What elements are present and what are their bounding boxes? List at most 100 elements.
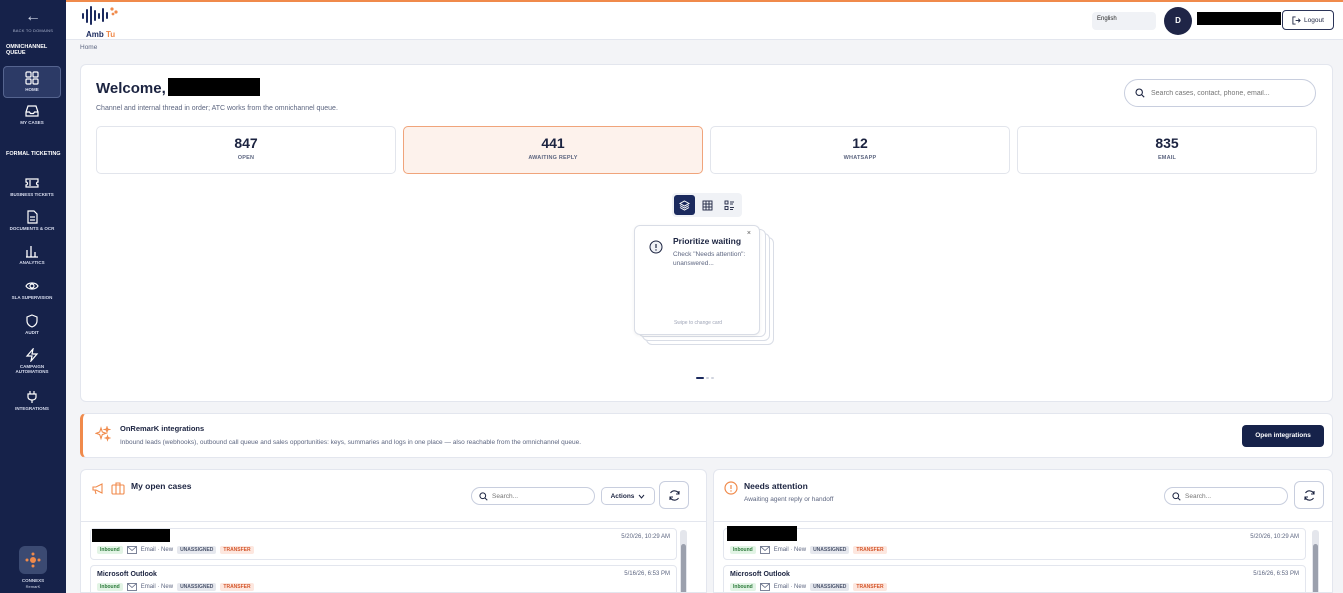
integrations-banner: OnRemarK integrations Inbound leads (web… <box>80 413 1333 458</box>
carousel-dots[interactable] <box>696 377 714 379</box>
brand-logo[interactable]: Amb Tu <box>80 5 120 39</box>
case-tags: Inbound Email · New UNASSIGNED TRANSFER <box>97 583 254 591</box>
stat-email[interactable]: 835 EMAIL <box>1017 126 1317 174</box>
sidebar-item-analytics[interactable]: ANALYTICS <box>3 240 61 272</box>
logout-button[interactable]: Logout <box>1282 10 1334 30</box>
org-switcher[interactable]: CONNEXS RemarK <box>0 546 66 589</box>
mail-icon <box>759 583 770 591</box>
channel-status: Email · New <box>773 547 807 553</box>
search-input[interactable] <box>1185 492 1275 500</box>
sparkles-icon <box>95 426 111 442</box>
sidebar-item-label: CAMPAIGN AUTOMATIONS <box>15 364 49 374</box>
bar-chart-icon <box>26 246 38 258</box>
sidebar: ← BACK TO DOMAINS OMNICHANNEL QUEUE HOME… <box>0 0 66 593</box>
scrollbar[interactable] <box>1312 530 1319 592</box>
sidebar-item-integrations[interactable]: INTEGRATIONS <box>3 386 61 418</box>
channel-status: Email · New <box>140 584 174 590</box>
carousel-dot[interactable] <box>711 377 714 379</box>
alert-circle-icon <box>649 240 663 254</box>
shield-icon <box>26 314 38 328</box>
case-tags: Inbound Email · New UNASSIGNED TRANSFER <box>97 546 254 554</box>
search-icon <box>479 491 488 501</box>
sidebar-item-my-cases[interactable]: MY CASES <box>3 100 61 132</box>
scrollbar-thumb[interactable] <box>1313 544 1318 592</box>
contact-name: Microsoft Outlook <box>97 571 157 578</box>
case-tags: Inbound Email · New UNASSIGNED TRANSFER <box>730 546 887 554</box>
case-date: 5/16/26, 6:53 PM <box>1253 571 1299 577</box>
layers-icon <box>678 199 690 211</box>
assignment-badge: UNASSIGNED <box>177 583 217 591</box>
language-select[interactable]: English <box>1092 12 1156 30</box>
tip-card[interactable]: × Prioritize waiting Check "Needs attent… <box>634 225 760 335</box>
breadcrumb[interactable]: Home <box>80 44 97 51</box>
open-integrations-button[interactable]: Open integrations <box>1242 425 1324 447</box>
search-input[interactable] <box>492 492 582 500</box>
transfer-badge[interactable]: TRANSFER <box>853 583 887 591</box>
sidebar-item-campaign-automations[interactable]: CAMPAIGN AUTOMATIONS <box>3 344 61 382</box>
stat-open[interactable]: 847 OPEN <box>96 126 396 174</box>
tip-body: Check "Needs attention": unanswered... <box>673 251 746 267</box>
tip-card-stack[interactable]: × Prioritize waiting Check "Needs attent… <box>634 225 779 350</box>
transfer-badge[interactable]: TRANSFER <box>853 546 887 554</box>
carousel-dot[interactable] <box>696 377 704 379</box>
stat-value: 12 <box>852 135 868 151</box>
cards-view-button[interactable] <box>674 195 695 215</box>
contact-name: Microsoft Outlook <box>730 571 790 578</box>
channel-status: Email · New <box>773 584 807 590</box>
refresh-icon <box>1303 489 1315 501</box>
case-row[interactable]: Microsoft Outlook 5/16/26, 6:53 PM Inbou… <box>723 565 1306 592</box>
carousel-dot[interactable] <box>706 377 709 379</box>
top-bar: Amb Tu English D Logout <box>66 0 1343 40</box>
global-search[interactable] <box>1124 79 1316 107</box>
case-tags: Inbound Email · New UNASSIGNED TRANSFER <box>730 583 887 591</box>
user-name-redacted <box>168 78 260 96</box>
table-view-button[interactable] <box>697 195 718 215</box>
case-date: 5/20/26, 10:29 AM <box>621 534 670 540</box>
direction-badge: Inbound <box>97 546 123 554</box>
view-toggle <box>672 193 742 217</box>
alert-circle-icon <box>724 481 738 495</box>
case-row[interactable]: Microsoft Outlook 5/16/26, 6:53 PM Inbou… <box>90 565 677 592</box>
assignment-badge: UNASSIGNED <box>810 546 850 554</box>
welcome-panel: Welcome, D Channel and internal thread i… <box>80 64 1333 402</box>
list-view-button[interactable] <box>719 195 740 215</box>
actions-dropdown[interactable]: Actions <box>601 487 655 505</box>
sidebar-item-business-tickets[interactable]: BUSINESS TICKETS <box>3 172 61 204</box>
sidebar-item-label: BUSINESS TICKETS <box>10 192 54 197</box>
needs-attention-search[interactable] <box>1164 487 1288 505</box>
sidebar-item-label: DOCUMENTS & OCR <box>9 226 55 231</box>
briefcase-icon <box>111 482 125 495</box>
transfer-badge[interactable]: TRANSFER <box>220 583 254 591</box>
stat-label: OPEN <box>237 155 255 161</box>
panel-subtitle: Awaiting agent reply or handoff <box>744 496 834 503</box>
case-row[interactable]: 5/20/26, 10:29 AM Inbound Email · New UN… <box>90 528 677 560</box>
integrations-title: OnRemarK integrations <box>120 424 205 433</box>
scrollbar-thumb[interactable] <box>681 544 686 592</box>
scrollbar[interactable] <box>680 530 687 592</box>
transfer-badge[interactable]: TRANSFER <box>220 546 254 554</box>
mail-icon <box>759 546 770 554</box>
refresh-button[interactable] <box>1294 481 1324 509</box>
my-cases-search[interactable] <box>471 487 595 505</box>
org-sub: RemarK <box>25 584 41 589</box>
back-to-domains-link[interactable]: ← BACK TO DOMAINS <box>0 8 66 33</box>
sidebar-item-label: MY CASES <box>20 120 44 125</box>
sidebar-item-audit[interactable]: AUDIT <box>3 310 61 342</box>
back-label: BACK TO DOMAINS <box>12 28 54 33</box>
stat-whatsapp[interactable]: 12 WHATSAPP <box>710 126 1010 174</box>
sidebar-item-documents[interactable]: DOCUMENTS & OCR <box>3 206 61 238</box>
sidebar-item-label: HOME <box>25 87 39 92</box>
close-icon[interactable]: × <box>747 230 751 237</box>
sidebar-item-label: SLA SUPERVISION <box>11 295 53 300</box>
sidebar-item-sla-supervision[interactable]: SLA SUPERVISION <box>3 275 61 307</box>
refresh-button[interactable] <box>659 481 689 509</box>
panel-header: Needs attention Awaiting agent reply or … <box>714 470 1332 522</box>
sidebar-item-home[interactable]: HOME <box>3 66 61 98</box>
stat-awaiting-reply[interactable]: 441 AWAITING REPLY <box>403 126 703 174</box>
avatar[interactable]: D <box>1164 7 1192 35</box>
integrations-description: Inbound leads (webhooks), outbound call … <box>120 439 582 446</box>
search-input[interactable] <box>1151 89 1301 97</box>
direction-badge: Inbound <box>97 583 123 591</box>
ticket-icon <box>25 178 39 188</box>
case-row[interactable]: 5/20/26, 10:29 AM Inbound Email · New UN… <box>723 526 1306 560</box>
